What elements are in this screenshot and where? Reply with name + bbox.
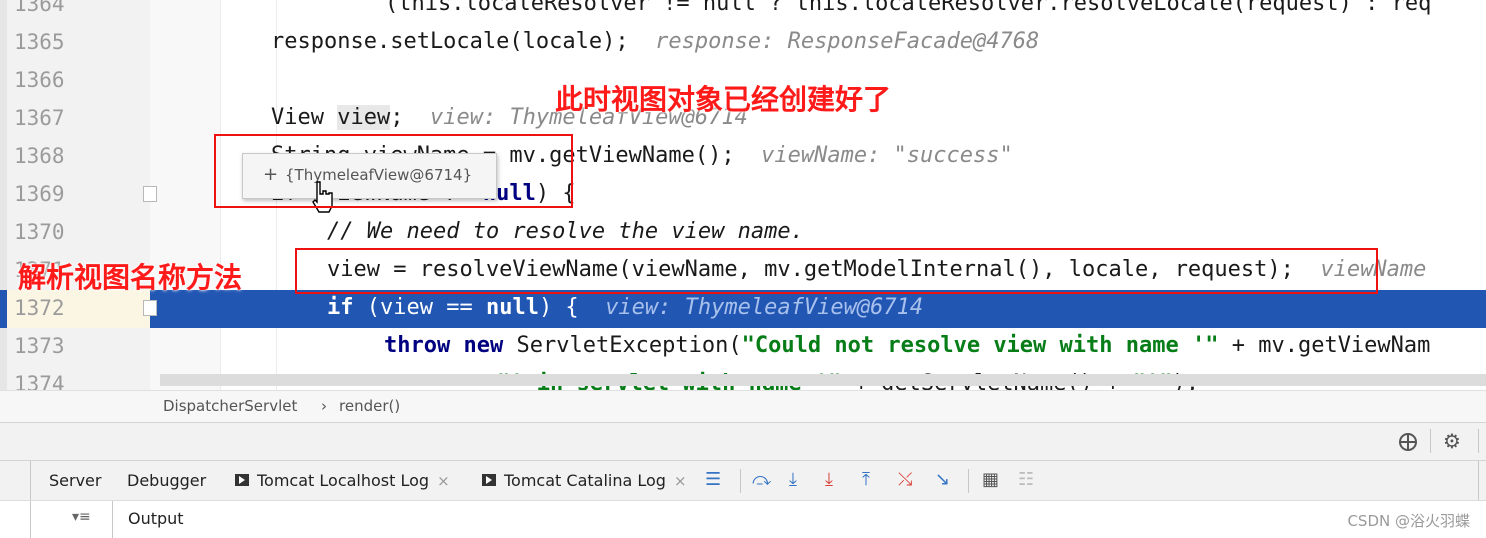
drop-frame-icon[interactable]: ⤯ bbox=[898, 470, 912, 490]
code-line[interactable]: 1365 response.setLocale(locale); respons… bbox=[0, 24, 1486, 62]
line-number: 1364 bbox=[14, 0, 65, 16]
line-number: 1369 bbox=[14, 182, 65, 206]
run-to-cursor-icon[interactable]: ↘ bbox=[935, 470, 950, 490]
target-icon[interactable] bbox=[1398, 432, 1418, 452]
panel-divider bbox=[30, 461, 31, 501]
breadcrumb-separator: › bbox=[321, 397, 327, 415]
close-icon[interactable]: × bbox=[674, 472, 687, 490]
horizontal-scrollbar[interactable] bbox=[160, 374, 1486, 386]
toolbar-separator bbox=[968, 469, 969, 493]
inline-debug-hint: viewName: "success" bbox=[761, 143, 1013, 168]
console-icon bbox=[235, 473, 249, 486]
line-number: 1365 bbox=[14, 30, 65, 54]
step-over-icon[interactable]: ⤓ bbox=[789, 470, 797, 490]
annotation-view-created: 此时视图对象已经创建好了 bbox=[555, 83, 892, 116]
method-highlight-box bbox=[295, 248, 1378, 294]
breadcrumb-class[interactable]: DispatcherServlet bbox=[163, 397, 297, 415]
tab-tomcat-catalina-log[interactable]: Tomcat Catalina Log × bbox=[482, 471, 687, 490]
tooltip-highlight-box bbox=[214, 134, 573, 208]
layout-options-icon[interactable]: ▾≡ bbox=[72, 509, 91, 525]
breadcrumb-method[interactable]: render() bbox=[339, 397, 400, 415]
fold-marker-icon[interactable] bbox=[143, 186, 157, 202]
tab-debugger[interactable]: Debugger bbox=[127, 471, 206, 490]
line-number: 1370 bbox=[14, 220, 65, 244]
output-label[interactable]: Output bbox=[128, 509, 184, 528]
debug-tabs-bar: Server Debugger Tomcat Localhost Log × To… bbox=[0, 460, 1486, 501]
inline-debug-hint: view: ThymeleafView@6714 bbox=[605, 295, 924, 320]
panel-divider bbox=[1478, 461, 1479, 501]
toolbar-separator bbox=[1478, 429, 1479, 453]
hovered-variable: view bbox=[337, 105, 391, 130]
annotation-resolve-method: 解析视图名称方法 bbox=[18, 261, 243, 294]
step-into-icon[interactable]: ⤓ bbox=[825, 470, 833, 490]
fold-marker-icon[interactable] bbox=[143, 300, 157, 316]
breadcrumb: DispatcherServlet › render() bbox=[0, 390, 1486, 423]
line-number: 1374 bbox=[14, 372, 65, 390]
code-comment: // We need to resolve the view name. bbox=[327, 219, 804, 244]
code-line[interactable]: 1373 throw new ServletException("Could n… bbox=[0, 328, 1486, 366]
code-text: (this.localeResolver != null ? this.loca… bbox=[385, 0, 1432, 16]
line-number: 1366 bbox=[14, 68, 65, 92]
code-line[interactable]: 1370 // We need to resolve the view name… bbox=[0, 214, 1486, 252]
output-bar: ▾≡ Output CSDN @浴火羽蝶 bbox=[0, 500, 1486, 538]
code-line[interactable]: 1364 (this.localeResolver != null ? this… bbox=[0, 0, 1486, 24]
toolbar-separator bbox=[740, 469, 741, 493]
code-text: if (view == null) { view: ThymeleafView@… bbox=[327, 295, 924, 320]
code-text: response.setLocale(locale); response: Re… bbox=[271, 29, 1040, 54]
tab-server[interactable]: Server bbox=[49, 471, 101, 490]
settings-gear-icon[interactable]: ⚙ bbox=[1443, 429, 1461, 453]
panel-header: ⚙ bbox=[0, 422, 1486, 461]
line-number: 1373 bbox=[14, 334, 65, 358]
panel-divider bbox=[30, 501, 31, 538]
code-text: throw new ServletException("Could not re… bbox=[384, 333, 1431, 358]
evaluate-expression-icon[interactable]: ▦ bbox=[982, 470, 999, 490]
tab-tomcat-localhost-log[interactable]: Tomcat Localhost Log × bbox=[235, 471, 450, 490]
line-number: 1372 bbox=[14, 296, 65, 320]
line-number: 1368 bbox=[14, 144, 65, 168]
show-execution-point-icon[interactable]: ⤼ bbox=[752, 470, 771, 490]
inline-debug-hint: response: ResponseFacade@4768 bbox=[655, 29, 1040, 54]
trace-icon[interactable]: ☷ bbox=[1018, 470, 1034, 490]
line-number: 1367 bbox=[14, 106, 65, 130]
close-icon[interactable]: × bbox=[437, 472, 450, 490]
watermark: CSDN @浴火羽蝶 bbox=[1347, 512, 1470, 530]
menu-lines-icon[interactable]: ☰ bbox=[705, 470, 721, 490]
toolbar-separator bbox=[1430, 429, 1431, 453]
panel-divider bbox=[112, 501, 113, 538]
code-editor[interactable]: 1364 (this.localeResolver != null ? this… bbox=[0, 0, 1486, 390]
step-out-icon[interactable]: ⤒ bbox=[862, 470, 870, 490]
console-icon bbox=[482, 473, 496, 486]
